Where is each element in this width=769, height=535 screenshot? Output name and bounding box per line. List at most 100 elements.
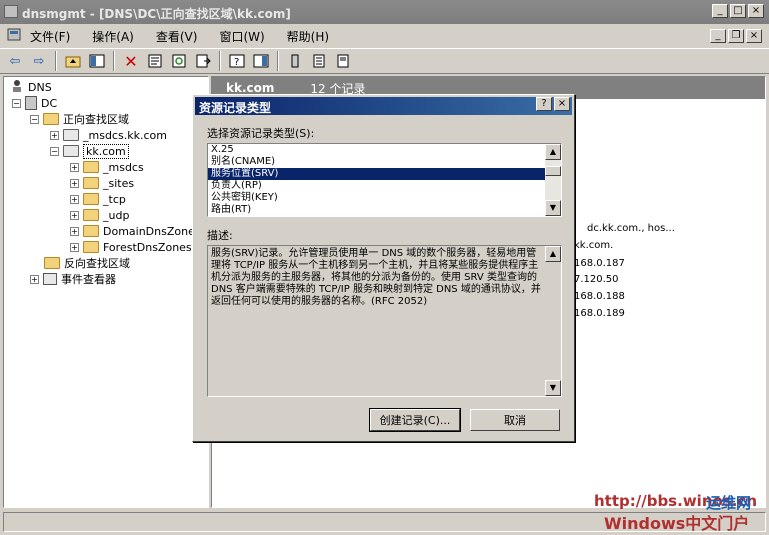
close-icon[interactable]: × <box>748 4 764 18</box>
record-list-icon[interactable] <box>308 50 330 72</box>
expand-icon[interactable]: + <box>70 194 79 204</box>
window-title-bar: dnsmgmt - [DNS\DC\正向查找区域\kk.com] <box>0 0 769 24</box>
collapse-icon[interactable]: − <box>50 146 59 156</box>
expand-icon[interactable]: + <box>70 226 79 236</box>
forward-arrow-icon[interactable]: ⇨ <box>28 50 50 72</box>
scroll-down-icon[interactable]: ▼ <box>545 200 561 216</box>
dialog-title-bar: 资源记录类型 <box>195 97 572 115</box>
dialog-close-button[interactable]: × <box>554 97 570 111</box>
zone-icon <box>63 145 79 157</box>
folder-icon <box>83 209 99 221</box>
expand-icon[interactable]: + <box>30 274 39 284</box>
tree-node-kk-zone[interactable]: − kk.com <box>50 143 129 159</box>
list-item[interactable]: 公共密钥(KEY) <box>208 192 561 204</box>
toolbar-separator <box>113 51 115 71</box>
menu-bar: 文件(F) 操作(A) 查看(V) 窗口(W) 帮助(H) <box>0 25 769 47</box>
menu-view[interactable]: 查看(V) <box>156 28 198 45</box>
tree-node-child[interactable]: + _tcp <box>70 191 126 207</box>
tree-node-forward-zones[interactable]: − 正向查找区域 <box>30 111 129 127</box>
maximize-icon[interactable]: □ <box>730 4 746 18</box>
zone-icon <box>63 129 79 141</box>
create-record-button[interactable]: 创建记录(C)... <box>369 408 461 432</box>
record-data-cell[interactable]: 168.0.188 <box>574 291 625 302</box>
collapse-icon[interactable]: − <box>30 114 39 124</box>
refresh-icon[interactable] <box>168 50 190 72</box>
tree-node-event-viewer[interactable]: + 事件查看器 <box>30 271 116 287</box>
description-box[interactable]: 服务(SRV)记录。允许管理员使用单一 DNS 域的数个服务器，轻易地用管理将 … <box>207 245 562 397</box>
dialog-title: 资源记录类型 <box>199 101 272 115</box>
mdi-restore-icon[interactable]: ❐ <box>728 29 744 43</box>
record-data-cell[interactable]: dc.kk.com., hos... <box>587 223 675 234</box>
event-viewer-icon <box>43 273 57 285</box>
menu-window[interactable]: 窗口(W) <box>219 28 264 45</box>
folder-icon <box>83 161 99 173</box>
tree-node-dns[interactable]: DNS <box>10 79 52 95</box>
scroll-thumb[interactable] <box>545 166 561 176</box>
tree-node-msdcs-zone[interactable]: + _msdcs.kk.com <box>50 127 167 143</box>
list-item[interactable]: 负责人(RP) <box>208 180 561 192</box>
menu-file[interactable]: 文件(F) <box>30 28 70 45</box>
properties-icon[interactable] <box>144 50 166 72</box>
expand-icon[interactable]: + <box>70 210 79 220</box>
help-button[interactable]: ? <box>536 97 552 111</box>
server-icon <box>25 96 37 110</box>
scroll-up-icon[interactable]: ▲ <box>545 144 561 160</box>
tree-node-child[interactable]: + DomainDnsZones <box>70 223 201 239</box>
mdi-controls: _ ❐ × <box>710 29 762 43</box>
server-icon[interactable] <box>284 50 306 72</box>
record-data-cell[interactable]: 168.0.187 <box>574 258 625 269</box>
export-list-icon[interactable] <box>192 50 214 72</box>
expand-icon[interactable]: + <box>70 178 79 188</box>
record-data-cell[interactable]: 168.0.189 <box>574 308 625 319</box>
menu-help[interactable]: 帮助(H) <box>287 28 329 45</box>
record-data-cell[interactable]: kk.com. <box>574 240 613 251</box>
description-label: 描述: <box>207 229 233 242</box>
tree-node-child[interactable]: + _msdcs <box>70 159 144 175</box>
collapse-icon[interactable]: − <box>12 98 21 108</box>
toolbar: ⇦ ⇨ ✕ ? <box>0 48 769 74</box>
list-item[interactable]: X.25 <box>208 144 561 156</box>
record-data-cell[interactable]: 7.120.50 <box>574 274 619 285</box>
console-tree[interactable]: DNS − DC − 正向查找区域 + _msdcs.kk.com − kk.c… <box>3 76 209 508</box>
list-scrollbar[interactable]: ▲ ▼ <box>545 144 561 216</box>
help-icon[interactable]: ? <box>226 50 248 72</box>
folder-icon <box>44 257 60 269</box>
expand-icon[interactable]: + <box>70 162 79 172</box>
description-scrollbar[interactable]: ▲ ▼ <box>545 246 561 396</box>
tree-node-dc[interactable]: − DC <box>12 95 57 111</box>
expand-icon[interactable]: + <box>50 130 59 140</box>
tree-node-reverse-zones[interactable]: 反向查找区域 <box>44 255 130 271</box>
mdi-minimize-icon[interactable]: _ <box>710 29 726 43</box>
record-type-list[interactable]: X.25 别名(CNAME) 服务位置(SRV) 负责人(RP) 公共密钥(KE… <box>207 143 562 217</box>
resource-record-type-dialog: 资源记录类型 ? × 选择资源记录类型(S): X.25 别名(CNAME) 服… <box>192 94 575 442</box>
svg-text:?: ? <box>234 57 239 68</box>
toolbar-separator <box>55 51 57 71</box>
show-tree-icon[interactable] <box>86 50 108 72</box>
tree-node-child[interactable]: + ForestDnsZones <box>70 239 192 255</box>
new-zone-icon[interactable] <box>332 50 354 72</box>
cancel-button[interactable]: 取消 <box>470 409 560 431</box>
tree-node-child[interactable]: + _sites <box>70 175 134 191</box>
folder-icon <box>43 113 59 125</box>
dns-icon <box>10 79 24 96</box>
list-item-selected[interactable]: 服务位置(SRV) <box>208 168 561 180</box>
folder-icon <box>83 241 99 253</box>
description-text: 服务(SRV)记录。允许管理员使用单一 DNS 域的数个服务器，轻易地用管理将 … <box>211 248 541 307</box>
tree-node-child[interactable]: + _udp <box>70 207 129 223</box>
up-folder-icon[interactable] <box>62 50 84 72</box>
list-item[interactable]: 别名(CNAME) <box>208 156 561 168</box>
folder-icon <box>83 177 99 189</box>
scroll-down-icon[interactable]: ▼ <box>545 380 561 396</box>
list-item[interactable]: 路由(RT) <box>208 204 561 216</box>
watermark-site: Windows中文门户 <box>604 514 750 533</box>
mdi-close-icon[interactable]: × <box>746 29 762 43</box>
expand-icon[interactable]: + <box>70 242 79 252</box>
menu-action[interactable]: 操作(A) <box>92 28 134 45</box>
scroll-up-icon[interactable]: ▲ <box>545 246 561 262</box>
app-icon <box>4 5 18 18</box>
minimize-icon[interactable]: _ <box>712 4 728 18</box>
delete-icon[interactable]: ✕ <box>120 50 142 72</box>
action-pane-icon[interactable] <box>250 50 272 72</box>
folder-icon <box>83 193 99 205</box>
back-arrow-icon[interactable]: ⇦ <box>4 50 26 72</box>
